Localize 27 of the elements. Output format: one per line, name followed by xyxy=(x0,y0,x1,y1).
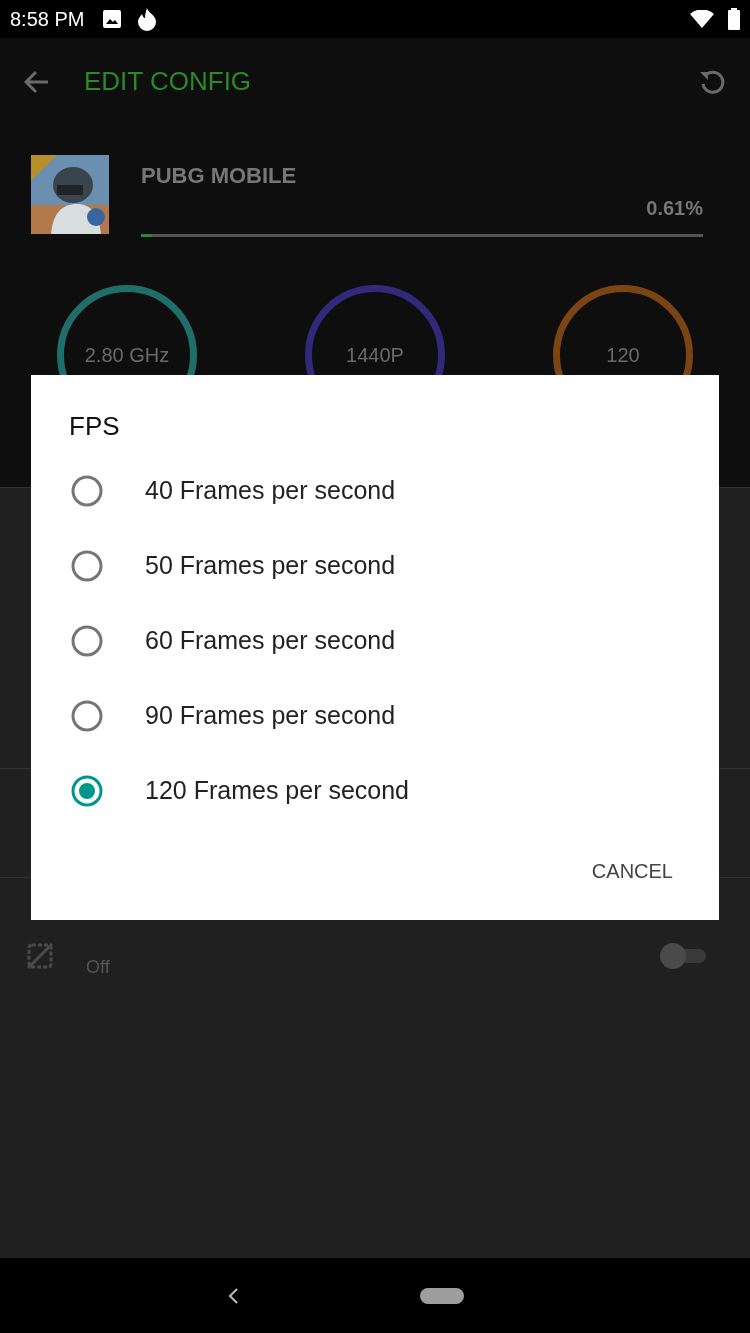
screen-title: EDIT CONFIG xyxy=(84,66,253,97)
radio-button[interactable] xyxy=(71,774,103,807)
game-name: PUBG MOBILE xyxy=(141,163,298,189)
cancel-button[interactable]: CANCEL xyxy=(575,850,689,893)
battery-icon xyxy=(728,8,740,30)
radio-button[interactable] xyxy=(71,474,103,507)
option-label: 50 Frames per second xyxy=(145,551,396,580)
image-icon xyxy=(102,9,123,29)
radio-button[interactable] xyxy=(71,624,103,657)
crossed-square-icon xyxy=(26,942,54,970)
usage-percent: 0.61% xyxy=(646,197,703,220)
flame-icon xyxy=(136,7,159,31)
radio-button[interactable] xyxy=(71,699,103,732)
back-icon[interactable] xyxy=(226,1286,240,1305)
option-label: 90 Frames per second xyxy=(145,701,396,730)
radio-option[interactable]: 40 Frames per second xyxy=(31,453,396,528)
radio-option[interactable]: 120 Frames per second xyxy=(31,753,410,828)
radio-button[interactable] xyxy=(71,549,103,582)
status-time: 8:58 PM xyxy=(10,7,85,31)
option-label: 120 Frames per second xyxy=(145,776,410,805)
radio-option[interactable]: 60 Frames per second xyxy=(31,603,396,678)
radio-option[interactable]: 90 Frames per second xyxy=(31,678,396,753)
option-label: 60 Frames per second xyxy=(145,626,396,655)
wifi-icon xyxy=(690,10,714,28)
radio-option[interactable]: 50 Frames per second xyxy=(31,528,396,603)
home-button[interactable] xyxy=(420,1287,464,1304)
option-label: 40 Frames per second xyxy=(145,476,396,505)
